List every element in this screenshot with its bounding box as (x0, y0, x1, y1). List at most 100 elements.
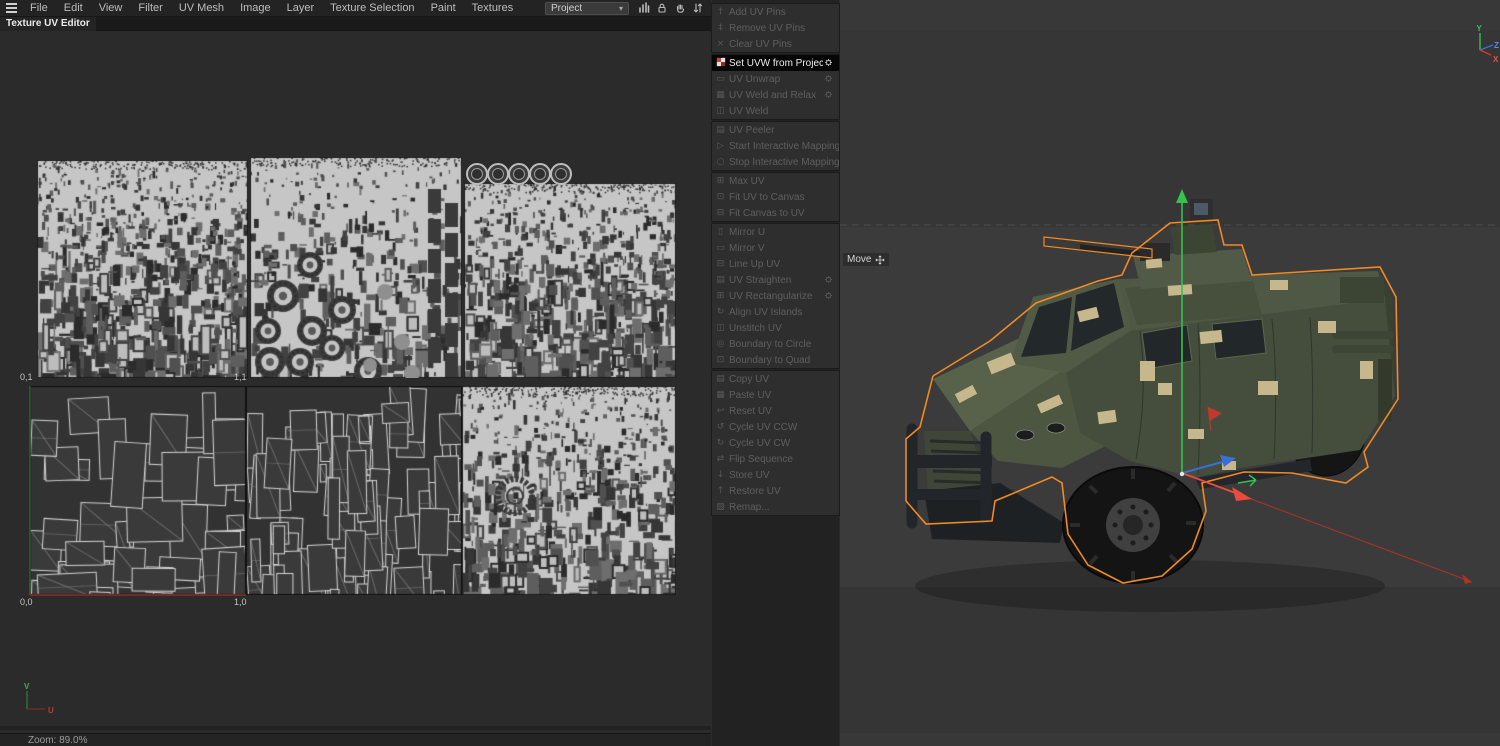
cmd-clear-uv-pins[interactable]: × Clear UV Pins (712, 36, 839, 52)
lock-icon[interactable] (654, 2, 670, 15)
cmd-cycle-uv-cw[interactable]: ↻ Cycle UV CW (712, 435, 839, 451)
cmd-align-uv-islands[interactable]: ↻ Align UV Islands (712, 304, 839, 320)
menu-filter[interactable]: Filter (130, 0, 170, 17)
tab-texture-uv-editor[interactable]: Texture UV Editor (0, 16, 96, 31)
cmd-restore-uv[interactable]: ↑ Restore UV (712, 483, 839, 499)
gear-icon[interactable] (823, 290, 837, 302)
gear-icon[interactable] (823, 274, 837, 286)
uv-orientation-gizmo: V U (24, 682, 54, 715)
menu-file[interactable]: File (22, 0, 56, 17)
menu-edit[interactable]: Edit (56, 0, 91, 17)
uv-editor-tabstrip: Texture UV Editor (0, 16, 711, 31)
cmd-add-uv-pins[interactable]: † Add UV Pins (712, 4, 839, 20)
gear-icon[interactable] (823, 57, 837, 69)
horizontal-scrollbar[interactable] (0, 726, 711, 730)
cmd-stop-interactive-mapping[interactable]: ○ Stop Interactive Mapping (712, 154, 839, 170)
cmd-label: Fit UV to Canvas (729, 191, 805, 203)
cmd-label: Cycle UV CCW (729, 421, 798, 433)
cmd-mirror-u[interactable]: ▯ Mirror U (712, 224, 839, 240)
svg-text:V: V (24, 682, 30, 691)
active-tool-indicator: Move (843, 253, 890, 266)
swap-vertical-icon[interactable] (690, 2, 706, 15)
cmd-uv-weld-and-relax[interactable]: ▦ UV Weld and Relax (712, 87, 839, 103)
paste-icon: ▦ (716, 390, 725, 400)
application-window: File Edit View Filter UV Mesh Image Layer Textu… (0, 0, 1500, 746)
cmd-copy-uv[interactable]: ▤ Copy UV (712, 371, 839, 387)
viewport-3d[interactable]: ViewCamerasDisplayOptionsFilterPanel Per… (840, 0, 1500, 746)
cmd-label: UV Weld and Relax (729, 89, 817, 101)
chevron-down-icon: ▾ (618, 3, 623, 13)
cmd-label: UV Straighten (729, 274, 792, 286)
cmd-boundary-to-quad[interactable]: ⊡ Boundary to Quad (712, 352, 839, 368)
cmd-boundary-to-circle[interactable]: ◎ Boundary to Circle (712, 336, 839, 352)
gear-icon[interactable] (823, 73, 837, 85)
cmd-max-uv[interactable]: ⊞ Max UV (712, 173, 839, 189)
cmd-label: Mirror V (729, 242, 765, 254)
menu-paint[interactable]: Paint (423, 0, 464, 17)
cmd-label: Unstitch UV (729, 322, 782, 334)
unwrap-icon: ▭ (716, 74, 725, 84)
cmd-uv-straighten[interactable]: ▤ UV Straighten (712, 272, 839, 288)
cmd-cycle-uv-ccw[interactable]: ↺ Cycle UV CCW (712, 419, 839, 435)
hand-icon[interactable] (672, 2, 688, 15)
menu-texture-selection[interactable]: Texture Selection (322, 0, 422, 17)
cmd-fit-canvas-to-uv[interactable]: ⊟ Fit Canvas to UV (712, 205, 839, 221)
uv-command-group: ▤ Copy UV ▦ Paste UV ↩ Reset UV ↺ Cycle UV CCW ↻… (712, 371, 839, 515)
cmd-remove-uv-pins[interactable]: ‡ Remove UV Pins (712, 20, 839, 36)
cmd-flip-sequence[interactable]: ⇄ Flip Sequence (712, 451, 839, 467)
cmd-mirror-v[interactable]: ▭ Mirror V (712, 240, 839, 256)
max-icon: ⊞ (716, 176, 725, 186)
cmd-store-uv[interactable]: ↓ Store UV (712, 467, 839, 483)
cw-icon: ↻ (716, 438, 725, 448)
zoom-level: Zoom: 89.0% (28, 734, 88, 746)
cmd-uv-rectangularize[interactable]: ⊞ UV Rectangularize (712, 288, 839, 304)
cmd-paste-uv[interactable]: ▦ Paste UV (712, 387, 839, 403)
cmd-label: Max UV (729, 175, 765, 187)
weld-icon: ◫ (716, 106, 725, 116)
uv-label-10: 1,0 (234, 597, 247, 607)
menu-image[interactable]: Image (232, 0, 279, 17)
cmd-start-interactive-mapping[interactable]: ▷ Start Interactive Mapping (712, 138, 839, 154)
cmd-line-up-uv[interactable]: ⊟ Line Up UV (712, 256, 839, 272)
cmd-label: Boundary to Circle (729, 338, 812, 350)
restore-icon: ↑ (716, 486, 725, 496)
menu-view[interactable]: View (91, 0, 131, 17)
uv-command-group: ⊞ Max UV ⊡ Fit UV to Canvas ⊟ Fit Canvas to U… (712, 173, 839, 221)
cmd-fit-uv-to-canvas[interactable]: ⊡ Fit UV to Canvas (712, 189, 839, 205)
line-up-icon: ⊟ (716, 259, 725, 269)
peeler-icon: ▤ (716, 125, 725, 135)
cmd-remap[interactable]: ▨ Remap... (712, 499, 839, 515)
stop-icon: ○ (716, 157, 725, 167)
uv-editor-statusbar: Zoom: 89.0% (0, 733, 711, 746)
uv-command-group: ▤ UV Peeler ▷ Start Interactive Mapping ○ Sto… (712, 122, 839, 170)
cmd-label: Paste UV (729, 389, 772, 401)
cmd-label: Set UVW from Projection (729, 57, 823, 69)
cmd-set-uvw-from-projection[interactable]: Set UVW from Projection (712, 55, 839, 71)
uv-command-group: Set UVW from Projection ▭ UV Unwrap ▦ UV Wel… (712, 55, 839, 119)
reset-icon: ↩ (716, 406, 725, 416)
project-dropdown-value: Project (551, 2, 583, 14)
hamburger-menu-icon[interactable] (0, 3, 22, 13)
menu-uv-mesh[interactable]: UV Mesh (171, 0, 232, 17)
cmd-reset-uv[interactable]: ↩ Reset UV (712, 403, 839, 419)
viewport-orientation-gizmo[interactable]: Y Z X (1472, 22, 1500, 68)
cmd-unstitch-uv[interactable]: ◫ Unstitch UV (712, 320, 839, 336)
histogram-icon[interactable] (636, 2, 652, 15)
menu-layer[interactable]: Layer (279, 0, 323, 17)
cmd-label: Stop Interactive Mapping (729, 156, 839, 168)
cmd-label: Start Interactive Mapping (729, 140, 839, 152)
active-tool-label: Move (847, 254, 872, 265)
cmd-label: UV Peeler (729, 124, 775, 136)
cmd-label: Flip Sequence (729, 453, 793, 465)
cmd-uv-weld[interactable]: ◫ UV Weld (712, 103, 839, 119)
uv-canvas[interactable]: 0,1 1,1 0,0 1,0 V U (0, 31, 711, 733)
gear-icon[interactable] (823, 89, 837, 101)
ccw-icon: ↺ (716, 422, 725, 432)
menu-textures[interactable]: Textures (464, 0, 522, 17)
cmd-label: Copy UV (729, 373, 770, 385)
move-icon (876, 255, 885, 264)
cmd-uv-unwrap[interactable]: ▭ UV Unwrap (712, 71, 839, 87)
uv-label-01: 0,1 (20, 372, 33, 382)
cmd-uv-peeler[interactable]: ▤ UV Peeler (712, 122, 839, 138)
project-dropdown[interactable]: Project ▾ (545, 1, 629, 15)
